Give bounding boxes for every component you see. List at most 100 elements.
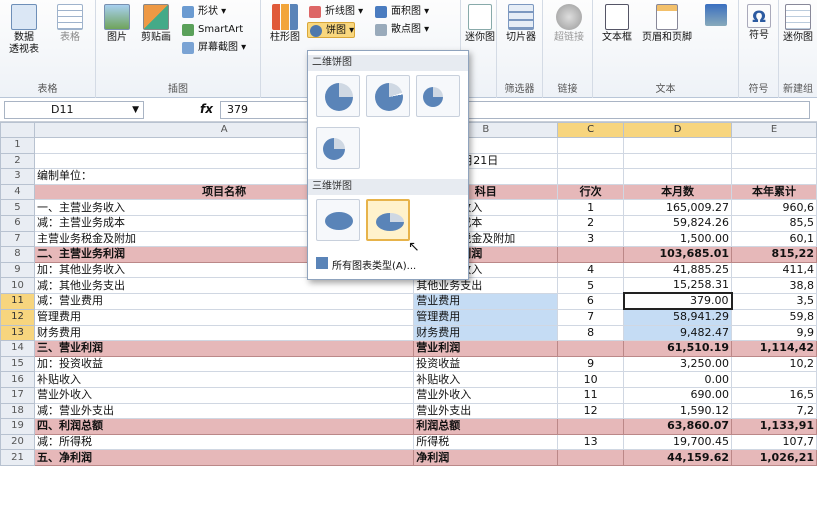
hyperlink-button[interactable]: 超链接 (549, 4, 589, 44)
current-month-cell[interactable]: 379.00 (622, 292, 733, 311)
screenshot-button[interactable]: 屏幕截图 ▾ (180, 40, 246, 56)
row-header[interactable]: 5 (0, 199, 35, 216)
account-cell[interactable]: 财务费用 (413, 324, 559, 342)
current-month-cell[interactable]: 15,258.31 (623, 277, 733, 294)
current-month-cell[interactable]: 103,685.01 (623, 246, 733, 263)
cell[interactable] (557, 137, 625, 154)
current-month-cell[interactable]: 3,250.00 (623, 355, 733, 373)
current-month-cell[interactable]: 690.00 (623, 386, 733, 404)
pie-of-pie-option[interactable] (416, 75, 460, 117)
ytd-cell[interactable]: 38,8 (731, 277, 817, 294)
row-header[interactable]: 8 (0, 246, 35, 263)
line-no-cell[interactable]: 11 (557, 386, 625, 404)
current-month-cell[interactable]: 58,941.29 (623, 308, 733, 326)
row-header[interactable]: 10 (0, 277, 35, 294)
ytd-cell[interactable]: 107,7 (731, 433, 817, 451)
ytd-cell[interactable]: 1,026,21 (731, 449, 817, 466)
column-title[interactable]: 本月数 (623, 183, 733, 201)
row-header[interactable]: 2 (0, 152, 35, 170)
current-month-cell[interactable]: 165,009.27 (623, 199, 733, 216)
table-button[interactable]: 表格 (52, 4, 88, 44)
symbol-button[interactable]: Ω 符号 (743, 4, 775, 42)
row-header[interactable]: 11 (0, 292, 35, 310)
item-name-cell[interactable]: 营业外收入 (33, 386, 415, 404)
row-header[interactable]: 1 (0, 137, 35, 154)
ytd-cell[interactable]: 85,5 (731, 214, 817, 232)
item-name-cell[interactable]: 减：其他业务支出 (33, 277, 415, 294)
ytd-cell[interactable]: 3,5 (731, 292, 817, 310)
line-no-cell[interactable]: 8 (557, 324, 625, 342)
current-month-cell[interactable]: 0.00 (623, 371, 733, 388)
sparkline-button[interactable]: 迷你图 (465, 4, 495, 44)
item-name-cell[interactable]: 四、利润总额 (33, 418, 415, 435)
ytd-cell[interactable]: 7,2 (731, 402, 817, 420)
line-no-cell[interactable] (557, 246, 625, 263)
account-cell[interactable]: 营业利润 (413, 340, 559, 357)
row-header[interactable]: 17 (0, 386, 35, 404)
textbox-button[interactable]: 文本框 (597, 4, 637, 44)
current-month-cell[interactable]: 44,159.62 (623, 449, 733, 466)
line-no-cell[interactable]: 13 (557, 433, 625, 451)
picture-button[interactable]: 图片 (102, 4, 132, 44)
pie-chart-button[interactable]: 饼图 ▾ (307, 22, 356, 38)
row-header[interactable]: 4 (0, 183, 35, 201)
ytd-cell[interactable]: 1,133,91 (731, 418, 817, 435)
item-name-cell[interactable]: 三、营业利润 (33, 340, 415, 357)
row-header[interactable]: 20 (0, 433, 35, 451)
smartart-button[interactable]: SmartArt (180, 22, 243, 38)
ytd-cell[interactable]: 1,114,42 (731, 340, 817, 357)
item-name-cell[interactable]: 管理费用 (33, 308, 415, 326)
column-title[interactable]: 行次 (557, 183, 625, 201)
account-cell[interactable]: 营业外收入 (413, 386, 559, 404)
line-no-cell[interactable]: 2 (557, 214, 625, 232)
row-header[interactable]: 19 (0, 418, 35, 435)
row-header[interactable]: 6 (0, 214, 35, 232)
column-header-D[interactable]: D (623, 122, 733, 138)
line-no-cell[interactable]: 12 (557, 402, 625, 420)
line-no-cell[interactable] (557, 418, 625, 435)
item-name-cell[interactable]: 加：投资收益 (33, 355, 415, 373)
current-month-cell[interactable]: 63,860.07 (623, 418, 733, 435)
row-header[interactable]: 3 (0, 168, 35, 185)
ytd-cell[interactable]: 59,8 (731, 308, 817, 326)
account-cell[interactable]: 管理费用 (413, 308, 559, 326)
account-cell[interactable]: 投资收益 (413, 355, 559, 373)
row-header[interactable]: 7 (0, 230, 35, 248)
cell[interactable] (623, 152, 733, 170)
current-month-cell[interactable]: 59,824.26 (623, 214, 733, 232)
current-month-cell[interactable]: 9,482.47 (623, 324, 733, 342)
bar-chart-button[interactable]: 面积图 ▾ (373, 4, 429, 20)
ytd-cell[interactable]: 10,2 (731, 355, 817, 373)
row-header[interactable]: 9 (0, 261, 35, 279)
item-name-cell[interactable]: 五、净利润 (33, 449, 415, 466)
pivot-table-button[interactable]: 数据 透视表 (4, 4, 44, 56)
row-header[interactable]: 12 (0, 308, 35, 326)
line-no-cell[interactable]: 5 (557, 277, 625, 294)
item-name-cell[interactable]: 减：营业费用 (33, 292, 415, 310)
line-no-cell[interactable] (557, 340, 625, 357)
current-month-cell[interactable]: 19,700.45 (623, 433, 733, 451)
line-no-cell[interactable]: 9 (557, 355, 625, 373)
item-name-cell[interactable]: 减：所得税 (33, 433, 415, 451)
account-cell[interactable]: 净利润 (413, 449, 559, 466)
all-chart-types-button[interactable]: 所有图表类型(A)... (316, 257, 416, 272)
line-no-cell[interactable]: 10 (557, 371, 625, 388)
clipart-button[interactable]: 剪贴画 (136, 4, 176, 44)
account-cell[interactable]: 营业费用 (413, 292, 559, 310)
line-no-cell[interactable]: 1 (557, 199, 625, 216)
bar-of-pie-option[interactable] (316, 127, 360, 169)
exploded-pie-3d-option[interactable] (366, 199, 410, 241)
current-month-cell[interactable]: 1,590.12 (623, 402, 733, 420)
ytd-cell[interactable]: 411,4 (731, 261, 817, 279)
cell[interactable] (557, 152, 625, 170)
exploded-pie-option[interactable] (366, 75, 410, 117)
line-no-cell[interactable] (557, 449, 625, 466)
column-header-E[interactable]: E (731, 122, 817, 138)
ytd-cell[interactable]: 16,5 (731, 386, 817, 404)
current-month-cell[interactable]: 61,510.19 (623, 340, 733, 357)
row-header[interactable]: 16 (0, 371, 35, 388)
cell[interactable] (623, 168, 733, 185)
cell[interactable] (731, 137, 817, 154)
line-no-cell[interactable]: 7 (557, 308, 625, 326)
ytd-cell[interactable]: 815,22 (731, 246, 817, 263)
